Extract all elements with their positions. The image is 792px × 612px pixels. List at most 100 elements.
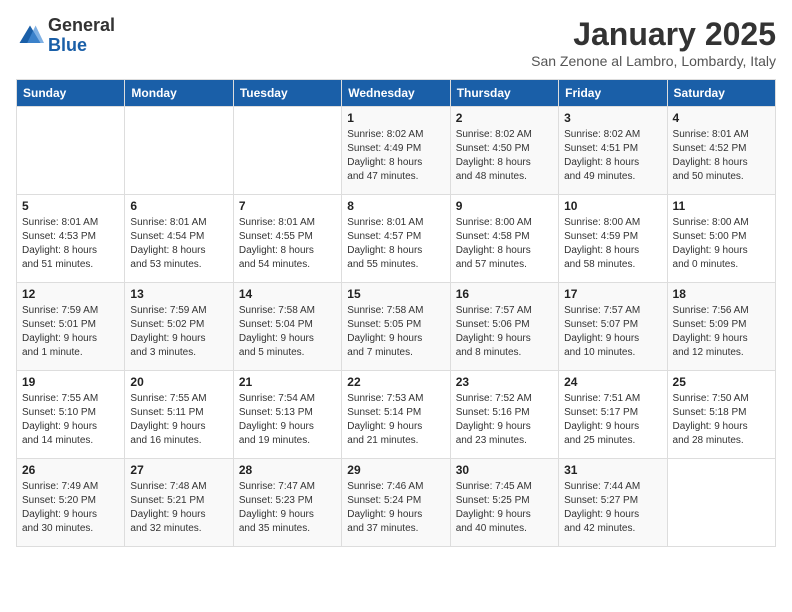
page-header: General Blue January 2025 San Zenone al … [16, 16, 776, 69]
calendar-cell: 30 Sunrise: 7:45 AM Sunset: 5:25 PM Dayli… [450, 459, 558, 547]
calendar-cell: 9 Sunrise: 8:00 AM Sunset: 4:58 PM Daylig… [450, 195, 558, 283]
logo-general-text: General [48, 16, 115, 36]
day-content: Sunrise: 8:00 AM Sunset: 4:58 PM Dayligh… [456, 216, 553, 272]
day-number: 18 [673, 287, 770, 301]
calendar-cell: 3 Sunrise: 8:02 AM Sunset: 4:51 PM Daylig… [559, 107, 667, 195]
day-number: 17 [564, 287, 661, 301]
day-content: Sunrise: 8:00 AM Sunset: 4:59 PM Dayligh… [564, 216, 661, 272]
day-number: 28 [239, 463, 336, 477]
calendar-cell: 14 Sunrise: 7:58 AM Sunset: 5:04 PM Dayli… [233, 283, 341, 371]
day-content: Sunrise: 7:54 AM Sunset: 5:13 PM Dayligh… [239, 392, 336, 448]
calendar-cell: 17Sunrise: 7:57 AM Sunset: 5:07 PM Dayli… [559, 283, 667, 371]
calendar-cell: 16Sunrise: 7:57 AM Sunset: 5:06 PM Dayli… [450, 283, 558, 371]
day-content: Sunrise: 7:51 AM Sunset: 5:17 PM Dayligh… [564, 392, 661, 448]
calendar-cell: 2Sunrise: 8:02 AM Sunset: 4:50 PM Daylig… [450, 107, 558, 195]
day-content: Sunrise: 7:57 AM Sunset: 5:06 PM Dayligh… [456, 304, 553, 360]
day-content: Sunrise: 7:50 AM Sunset: 5:18 PM Dayligh… [673, 392, 770, 448]
calendar-cell: 20 Sunrise: 7:55 AM Sunset: 5:11 PM Dayli… [125, 371, 233, 459]
day-number: 27 [130, 463, 227, 477]
day-number: 11 [673, 199, 770, 213]
day-header-wednesday: Wednesday [342, 80, 450, 107]
day-content: Sunrise: 7:59 AM Sunset: 5:01 PM Dayligh… [22, 304, 119, 360]
calendar-cell: 6 Sunrise: 8:01 AM Sunset: 4:54 PM Daylig… [125, 195, 233, 283]
header-row: SundayMondayTuesdayWednesdayThursdayFrid… [17, 80, 776, 107]
day-number: 4 [673, 111, 770, 125]
calendar-cell [125, 107, 233, 195]
day-content: Sunrise: 7:52 AM Sunset: 5:16 PM Dayligh… [456, 392, 553, 448]
calendar-cell: 11 Sunrise: 8:00 AM Sunset: 5:00 PM Dayli… [667, 195, 775, 283]
day-header-saturday: Saturday [667, 80, 775, 107]
day-content: Sunrise: 8:02 AM Sunset: 4:51 PM Dayligh… [564, 128, 661, 184]
day-content: Sunrise: 7:59 AM Sunset: 5:02 PM Dayligh… [130, 304, 227, 360]
calendar-cell: 24Sunrise: 7:51 AM Sunset: 5:17 PM Dayli… [559, 371, 667, 459]
day-number: 5 [22, 199, 119, 213]
day-header-friday: Friday [559, 80, 667, 107]
day-number: 29 [347, 463, 444, 477]
calendar-table: SundayMondayTuesdayWednesdayThursdayFrid… [16, 79, 776, 547]
day-content: Sunrise: 8:02 AM Sunset: 4:49 PM Dayligh… [347, 128, 444, 184]
day-number: 22 [347, 375, 444, 389]
day-content: Sunrise: 7:49 AM Sunset: 5:20 PM Dayligh… [22, 480, 119, 536]
calendar-cell: 7 Sunrise: 8:01 AM Sunset: 4:55 PM Daylig… [233, 195, 341, 283]
day-number: 20 [130, 375, 227, 389]
day-number: 30 [456, 463, 553, 477]
day-content: Sunrise: 7:47 AM Sunset: 5:23 PM Dayligh… [239, 480, 336, 536]
week-row-1: 1 Sunrise: 8:02 AM Sunset: 4:49 PM Daylig… [17, 107, 776, 195]
day-content: Sunrise: 7:58 AM Sunset: 5:05 PM Dayligh… [347, 304, 444, 360]
calendar-cell: 13Sunrise: 7:59 AM Sunset: 5:02 PM Dayli… [125, 283, 233, 371]
day-content: Sunrise: 8:01 AM Sunset: 4:57 PM Dayligh… [347, 216, 444, 272]
day-number: 10 [564, 199, 661, 213]
day-number: 21 [239, 375, 336, 389]
calendar-cell: 21 Sunrise: 7:54 AM Sunset: 5:13 PM Dayli… [233, 371, 341, 459]
day-number: 7 [239, 199, 336, 213]
calendar-cell: 10 Sunrise: 8:00 AM Sunset: 4:59 PM Dayli… [559, 195, 667, 283]
day-number: 31 [564, 463, 661, 477]
logo-blue-text: Blue [48, 36, 115, 56]
calendar-cell: 23Sunrise: 7:52 AM Sunset: 5:16 PM Dayli… [450, 371, 558, 459]
day-content: Sunrise: 7:45 AM Sunset: 5:25 PM Dayligh… [456, 480, 553, 536]
week-row-3: 12Sunrise: 7:59 AM Sunset: 5:01 PM Dayli… [17, 283, 776, 371]
day-content: Sunrise: 7:55 AM Sunset: 5:10 PM Dayligh… [22, 392, 119, 448]
calendar-cell: 25 Sunrise: 7:50 AM Sunset: 5:18 PM Dayli… [667, 371, 775, 459]
day-number: 2 [456, 111, 553, 125]
calendar-cell [667, 459, 775, 547]
day-number: 14 [239, 287, 336, 301]
day-content: Sunrise: 7:56 AM Sunset: 5:09 PM Dayligh… [673, 304, 770, 360]
day-number: 6 [130, 199, 227, 213]
day-content: Sunrise: 7:48 AM Sunset: 5:21 PM Dayligh… [130, 480, 227, 536]
day-header-sunday: Sunday [17, 80, 125, 107]
week-row-4: 19Sunrise: 7:55 AM Sunset: 5:10 PM Dayli… [17, 371, 776, 459]
calendar-cell: 8 Sunrise: 8:01 AM Sunset: 4:57 PM Daylig… [342, 195, 450, 283]
calendar-cell: 5 Sunrise: 8:01 AM Sunset: 4:53 PM Daylig… [17, 195, 125, 283]
calendar-cell: 28 Sunrise: 7:47 AM Sunset: 5:23 PM Dayli… [233, 459, 341, 547]
logo-icon [16, 22, 44, 50]
day-content: Sunrise: 7:58 AM Sunset: 5:04 PM Dayligh… [239, 304, 336, 360]
day-content: Sunrise: 7:55 AM Sunset: 5:11 PM Dayligh… [130, 392, 227, 448]
day-content: Sunrise: 8:01 AM Sunset: 4:54 PM Dayligh… [130, 216, 227, 272]
day-content: Sunrise: 7:46 AM Sunset: 5:24 PM Dayligh… [347, 480, 444, 536]
day-number: 3 [564, 111, 661, 125]
calendar-cell: 26Sunrise: 7:49 AM Sunset: 5:20 PM Dayli… [17, 459, 125, 547]
day-header-monday: Monday [125, 80, 233, 107]
day-content: Sunrise: 8:01 AM Sunset: 4:52 PM Dayligh… [673, 128, 770, 184]
day-content: Sunrise: 8:01 AM Sunset: 4:55 PM Dayligh… [239, 216, 336, 272]
calendar-cell: 22 Sunrise: 7:53 AM Sunset: 5:14 PM Dayli… [342, 371, 450, 459]
calendar-cell: 31 Sunrise: 7:44 AM Sunset: 5:27 PM Dayli… [559, 459, 667, 547]
week-row-2: 5 Sunrise: 8:01 AM Sunset: 4:53 PM Daylig… [17, 195, 776, 283]
calendar-cell: 27 Sunrise: 7:48 AM Sunset: 5:21 PM Dayli… [125, 459, 233, 547]
day-content: Sunrise: 8:00 AM Sunset: 5:00 PM Dayligh… [673, 216, 770, 272]
day-number: 1 [347, 111, 444, 125]
day-number: 8 [347, 199, 444, 213]
day-number: 25 [673, 375, 770, 389]
calendar-cell: 15Sunrise: 7:58 AM Sunset: 5:05 PM Dayli… [342, 283, 450, 371]
calendar-cell: 19Sunrise: 7:55 AM Sunset: 5:10 PM Dayli… [17, 371, 125, 459]
week-row-5: 26Sunrise: 7:49 AM Sunset: 5:20 PM Dayli… [17, 459, 776, 547]
calendar-cell: 4 Sunrise: 8:01 AM Sunset: 4:52 PM Daylig… [667, 107, 775, 195]
day-content: Sunrise: 7:53 AM Sunset: 5:14 PM Dayligh… [347, 392, 444, 448]
day-number: 9 [456, 199, 553, 213]
day-content: Sunrise: 8:01 AM Sunset: 4:53 PM Dayligh… [22, 216, 119, 272]
day-header-thursday: Thursday [450, 80, 558, 107]
logo: General Blue [16, 16, 115, 56]
day-header-tuesday: Tuesday [233, 80, 341, 107]
day-content: Sunrise: 7:44 AM Sunset: 5:27 PM Dayligh… [564, 480, 661, 536]
